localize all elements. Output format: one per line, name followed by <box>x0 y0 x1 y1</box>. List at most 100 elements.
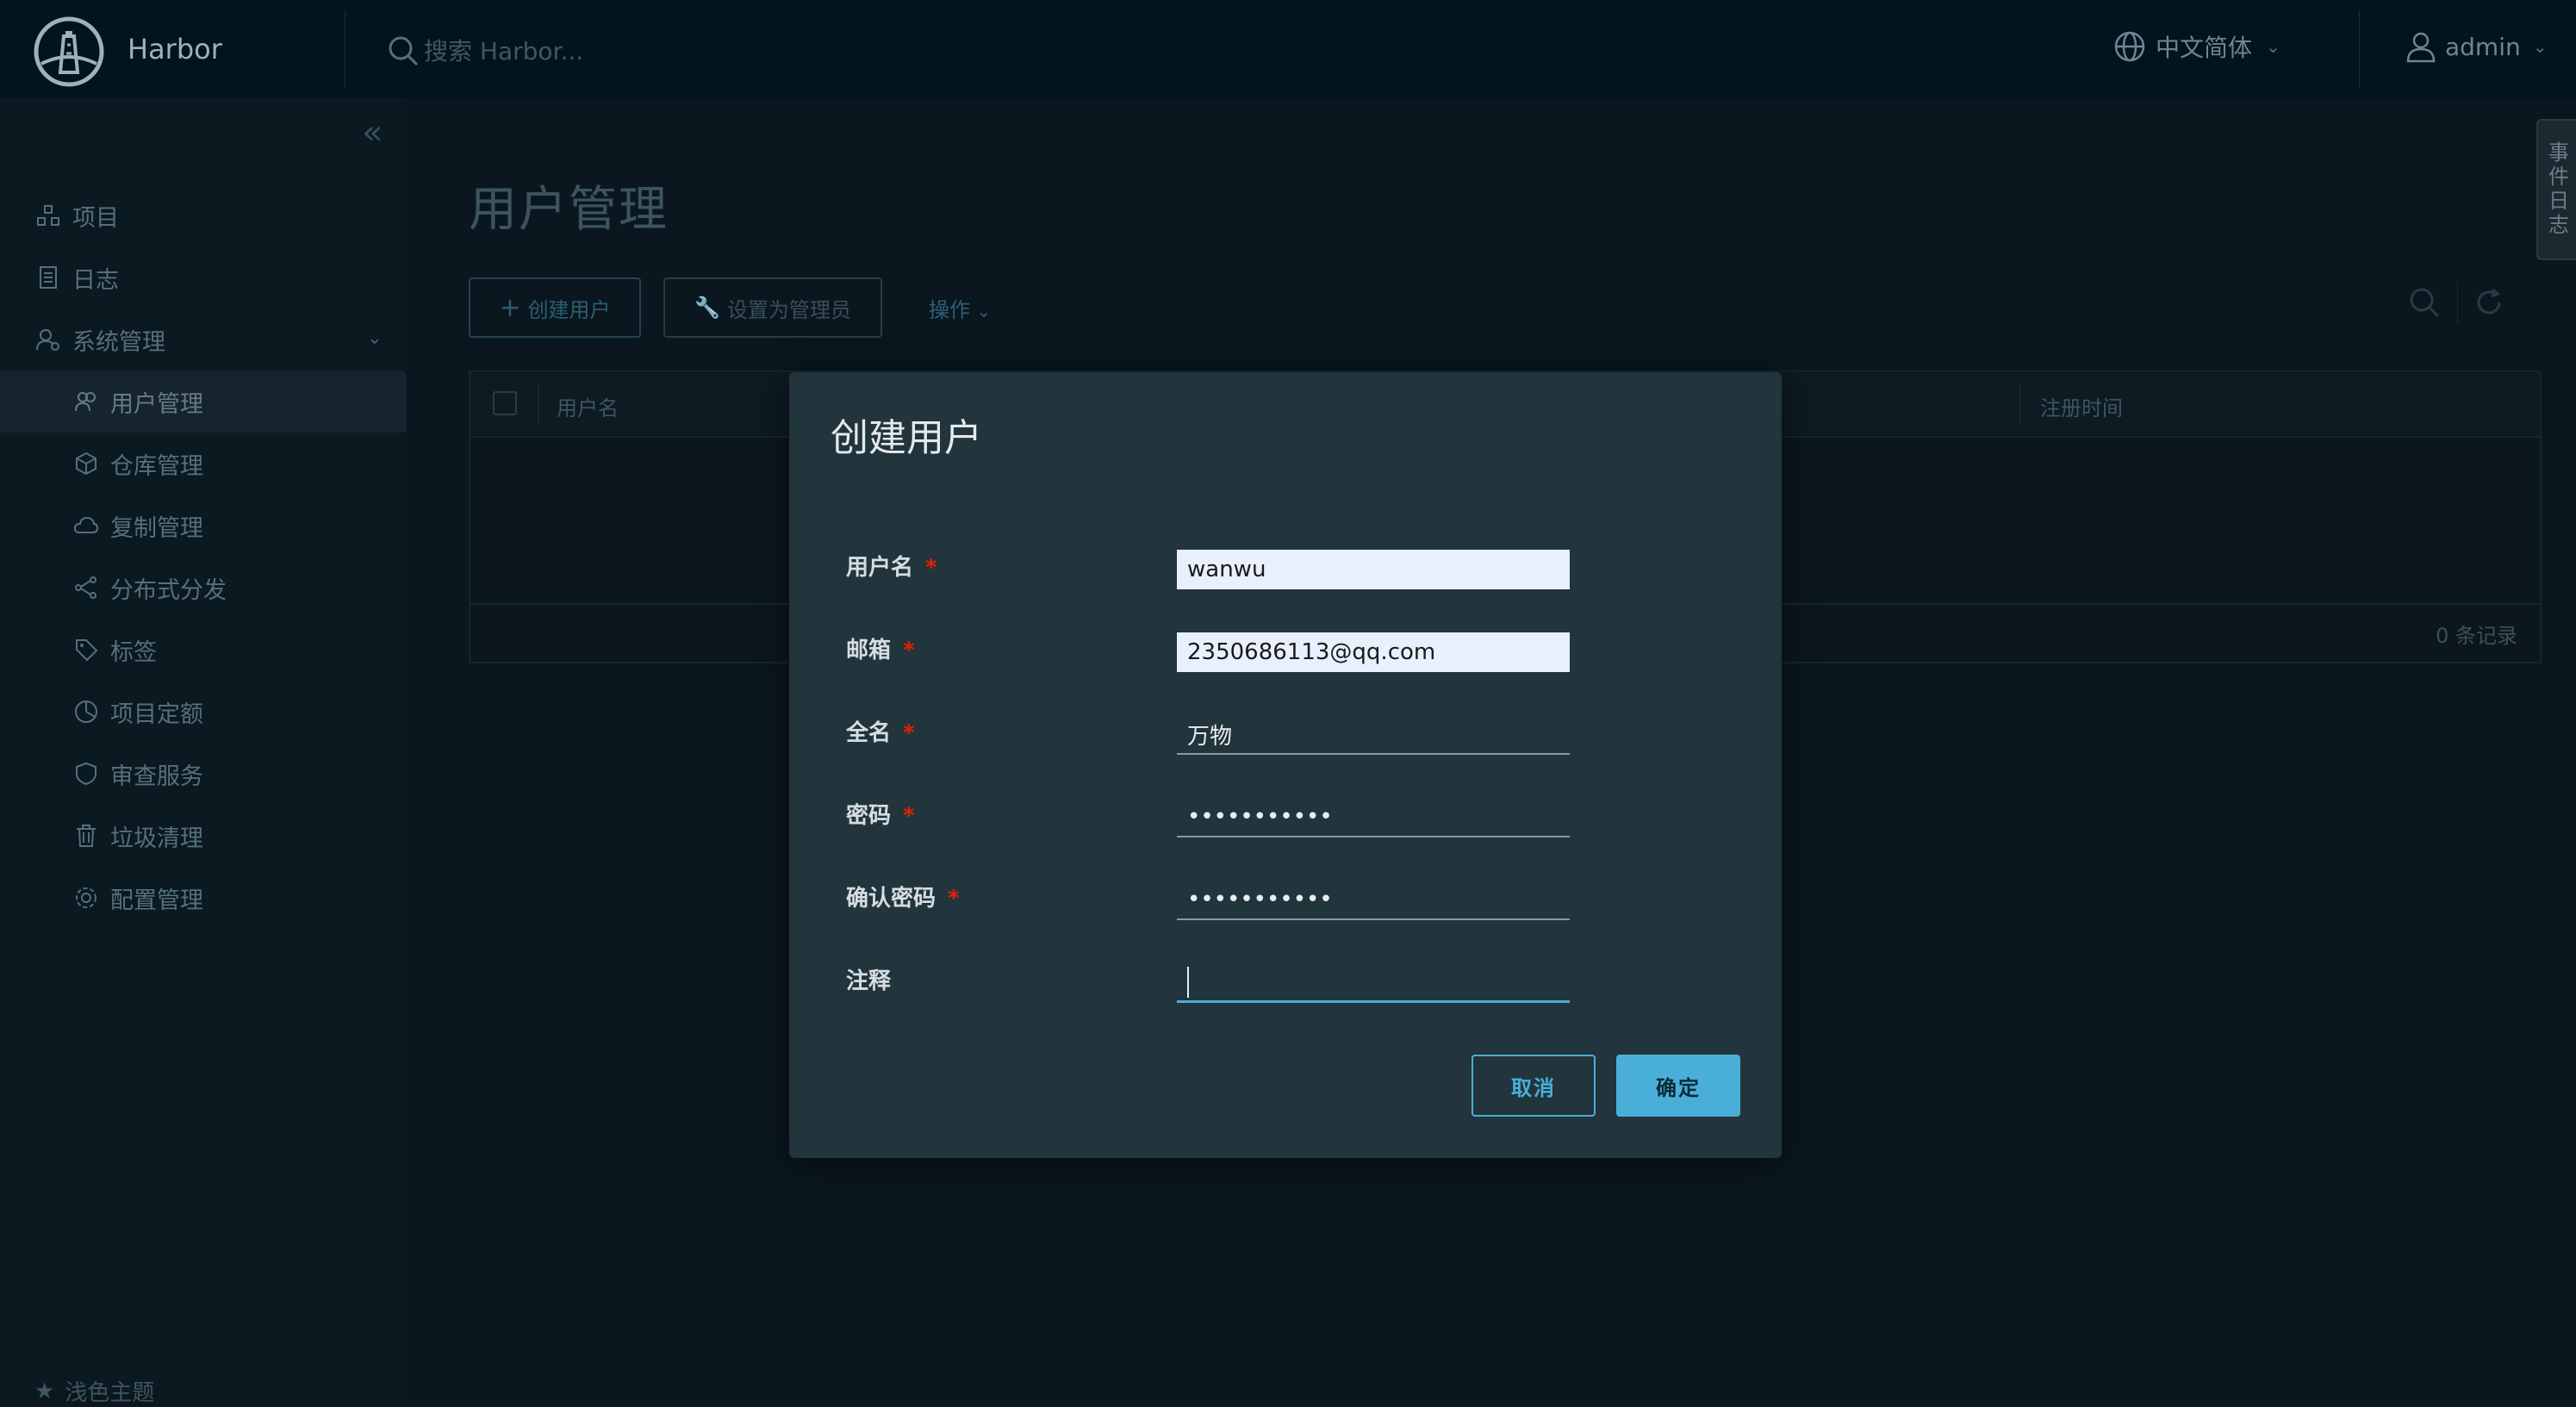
search-icon[interactable] <box>2407 285 2442 320</box>
event-log-tab[interactable]: 事件日志 <box>2536 119 2576 260</box>
tool-divider <box>2457 281 2458 324</box>
sidebar-item-users[interactable]: 用户管理 <box>0 370 407 433</box>
theme-toggle-label: 浅色主题 <box>65 1380 155 1406</box>
username-label: admin <box>2445 32 2521 61</box>
username-label-text: 用户名 <box>846 555 914 581</box>
header-divider <box>2359 10 2360 88</box>
collapse-sidebar-icon[interactable]: « <box>362 115 383 150</box>
required-mark: * <box>903 720 915 746</box>
sidebar-item-label: 用户管理 <box>110 390 203 418</box>
sidebar-item-label: 项目定额 <box>110 700 203 728</box>
sidebar-item-label: 审查服务 <box>110 763 203 790</box>
search-icon <box>389 36 419 66</box>
password-label-text: 密码 <box>846 803 892 829</box>
password-field[interactable] <box>1177 798 1570 837</box>
create-user-label: 创建用户 <box>527 297 611 322</box>
column-divider <box>2019 384 2021 424</box>
username-label: 用户名 * <box>846 550 937 582</box>
global-search[interactable] <box>386 31 787 71</box>
star-icon: ★ <box>34 1378 55 1404</box>
column-header-created[interactable]: 注册时间 <box>2040 391 2123 421</box>
sidebar-item-projects[interactable]: 项目 <box>0 184 407 246</box>
refresh-icon[interactable] <box>2473 287 2504 318</box>
gear-icon <box>72 884 100 912</box>
comment-label-text: 注释 <box>846 968 892 994</box>
text-cursor <box>1187 967 1189 998</box>
plus-icon: + <box>499 292 521 323</box>
sidebar-item-label: 分布式分发 <box>110 576 227 604</box>
comment-field[interactable] <box>1177 963 1570 1003</box>
chevron-down-icon: ⌄ <box>2532 36 2548 57</box>
required-mark: * <box>903 803 915 829</box>
sidebar-item-gc[interactable]: 垃圾清理 <box>0 805 407 867</box>
quota-icon <box>72 698 100 725</box>
email-label-text: 邮箱 <box>846 638 892 663</box>
users-icon <box>72 388 100 415</box>
create-user-modal: 创建用户 用户名 * 邮箱 * 全名 * 密码 * 确认密码 * 注释 取消 确定 <box>789 372 1782 1158</box>
set-admin-button[interactable]: 🔧 设置为管理员 <box>663 277 882 338</box>
language-selector[interactable]: 中文简体 ⌄ <box>2112 29 2280 64</box>
actions-dropdown[interactable]: 操作 ⌄ <box>929 293 991 323</box>
email-label: 邮箱 * <box>846 632 915 664</box>
sidebar-item-distributions[interactable]: 分布式分发 <box>0 557 407 619</box>
sidebar-item-label: 系统管理 <box>72 328 165 356</box>
registry-icon <box>72 450 100 477</box>
column-divider <box>538 384 539 424</box>
username-field[interactable] <box>1177 550 1570 589</box>
brand-name[interactable]: Harbor <box>128 31 222 67</box>
user-menu[interactable]: admin ⌄ <box>2404 29 2548 64</box>
email-field[interactable] <box>1177 632 1570 672</box>
sidebar-item-quotas[interactable]: 项目定额 <box>0 681 407 743</box>
language-label: 中文简体 <box>2156 34 2253 62</box>
required-mark: * <box>948 886 960 912</box>
record-count: 0 条记录 <box>2436 624 2517 648</box>
sidebar-item-interrogation[interactable]: 审查服务 <box>0 743 407 805</box>
sidebar-item-admin[interactable]: 系统管理 ⌄ <box>0 308 407 370</box>
replication-icon <box>72 512 100 539</box>
confirm-password-label: 确认密码 * <box>846 881 960 912</box>
user-icon <box>2406 32 2436 63</box>
required-mark: * <box>903 638 915 663</box>
sidebar-item-registries[interactable]: 仓库管理 <box>0 433 407 495</box>
harbor-logo-icon[interactable] <box>33 16 105 88</box>
search-input[interactable] <box>422 35 787 66</box>
projects-icon <box>34 202 62 229</box>
sidebar-item-label: 项目 <box>72 204 119 232</box>
trash-icon <box>72 822 100 850</box>
sidebar-item-label: 日志 <box>72 266 119 294</box>
sidebar-item-replications[interactable]: 复制管理 <box>0 495 407 557</box>
wrench-icon: 🔧 <box>694 296 720 320</box>
sidebar-item-label: 仓库管理 <box>110 452 203 480</box>
cancel-button[interactable]: 取消 <box>1472 1055 1596 1117</box>
top-header: Harbor 中文简体 ⌄ admin ⌄ <box>0 0 2576 98</box>
fullname-label-text: 全名 <box>846 720 892 746</box>
confirm-password-field[interactable] <box>1177 881 1570 920</box>
password-label: 密码 * <box>846 798 915 830</box>
logs-icon <box>34 264 62 291</box>
chevron-down-icon: ⌄ <box>366 327 383 349</box>
actions-label: 操作 <box>929 298 970 322</box>
distribution-icon <box>72 574 100 601</box>
select-all-checkbox[interactable] <box>493 391 517 415</box>
confirm-password-label-text: 确认密码 <box>846 886 936 912</box>
globe-icon <box>2114 31 2145 62</box>
chevron-down-icon: ⌄ <box>2266 36 2280 57</box>
tag-icon <box>72 636 100 663</box>
modal-title: 创建用户 <box>831 416 982 460</box>
create-user-button[interactable]: + 创建用户 <box>469 277 641 338</box>
fullname-label: 全名 * <box>846 715 915 747</box>
fullname-field[interactable] <box>1177 715 1570 755</box>
sidebar-item-logs[interactable]: 日志 <box>0 246 407 308</box>
sidebar-item-label: 复制管理 <box>110 514 203 542</box>
shield-icon <box>72 760 100 788</box>
admin-icon <box>34 326 62 353</box>
sidebar-item-config[interactable]: 配置管理 <box>0 867 407 929</box>
ok-button[interactable]: 确定 <box>1616 1055 1740 1117</box>
theme-toggle[interactable]: ★ 浅色主题 <box>34 1375 154 1407</box>
sidebar-item-label: 标签 <box>110 638 157 666</box>
column-header-username[interactable]: 用户名 <box>557 391 619 421</box>
sidebar: « 项目 日志 系统管理 ⌄ 用户管理 仓库管理 复制管理 分布式分发 标签 项… <box>0 98 407 1394</box>
table-tools <box>2407 281 2504 324</box>
sidebar-item-labels[interactable]: 标签 <box>0 619 407 681</box>
chevron-down-icon: ⌄ <box>976 301 992 321</box>
